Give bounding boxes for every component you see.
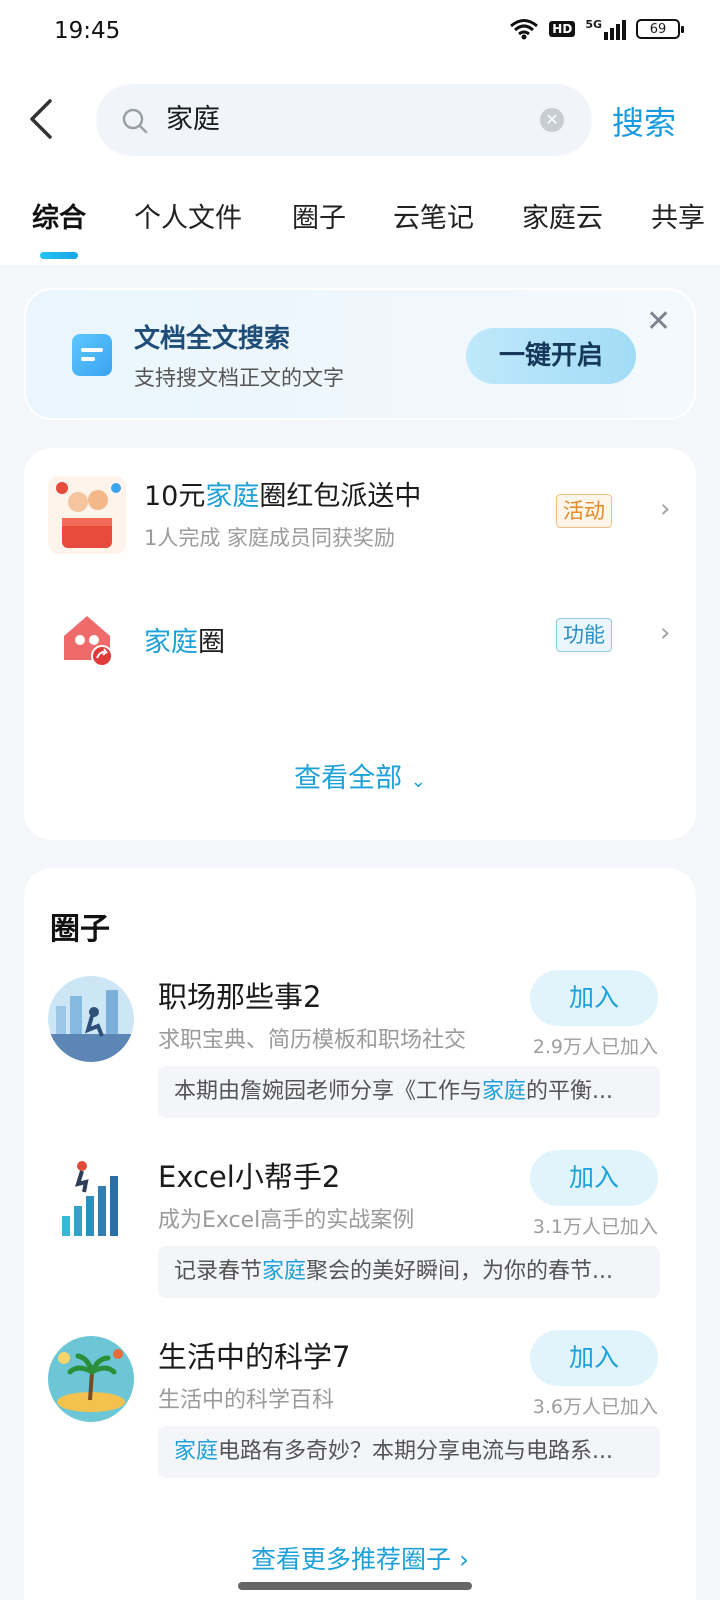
promo-subtitle: 支持搜文档正文的文字 bbox=[134, 366, 344, 390]
home-indicator[interactable] bbox=[238, 1582, 472, 1590]
section-title: 圈子 bbox=[50, 912, 110, 947]
status-icons: HD 5G 69 bbox=[509, 18, 684, 40]
more-circles-link[interactable]: 查看更多推荐圈子 › bbox=[24, 1540, 696, 1576]
circle-description: 生活中的科学百科 bbox=[158, 1388, 335, 1413]
clear-icon[interactable]: ✕ bbox=[540, 108, 564, 132]
red-packet-thumbnail bbox=[48, 476, 126, 554]
circle-description: 成为Excel高手的实战案例 bbox=[158, 1208, 415, 1233]
member-count: 3.6万人已加入 bbox=[532, 1396, 658, 1418]
circle-name: 职场那些事2 bbox=[158, 980, 322, 1014]
fulltext-search-promo: 文档全文搜索 支持搜文档正文的文字 一键开启 ✕ bbox=[24, 288, 696, 420]
close-icon[interactable]: ✕ bbox=[646, 304, 671, 339]
tab-cloud-notes[interactable]: 云笔记 bbox=[393, 196, 474, 235]
feature-subtitle: 1人完成 家庭成员同获奖励 bbox=[144, 526, 396, 550]
wifi-icon bbox=[510, 19, 539, 40]
chevron-right-icon: › bbox=[660, 494, 671, 524]
hd-badge: HD bbox=[549, 21, 576, 37]
member-count: 2.9万人已加入 bbox=[532, 1036, 658, 1058]
active-tab-indicator bbox=[40, 252, 78, 259]
circle-post-preview[interactable]: 家庭电路有多奇妙？本期分享电流与电路系... bbox=[158, 1426, 660, 1478]
tab-family-cloud[interactable]: 家庭云 bbox=[522, 196, 603, 235]
promo-title: 文档全文搜索 bbox=[134, 324, 291, 354]
status-time: 19:45 bbox=[54, 18, 121, 44]
see-all-link[interactable]: 查看全部 ⌄ bbox=[24, 756, 696, 795]
document-icon bbox=[72, 334, 112, 376]
search-query: 家庭 bbox=[166, 104, 220, 135]
search-input[interactable]: 家庭 ✕ bbox=[96, 84, 592, 156]
circle-description: 求职宝典、简历模板和职场社交 bbox=[158, 1028, 467, 1053]
tab-personal-files[interactable]: 个人文件 bbox=[134, 196, 242, 235]
category-tabs: 综合 个人文件 圈子 云笔记 家庭云 共享 bbox=[0, 196, 720, 259]
signal-icon: 5G bbox=[585, 18, 626, 40]
family-circle-icon bbox=[48, 600, 126, 678]
feature-title: 10元家庭圈红包派送中 bbox=[144, 481, 422, 512]
battery-icon: 69 bbox=[636, 19, 684, 39]
chevron-down-icon: ⌄ bbox=[410, 771, 426, 792]
tab-all[interactable]: 综合 bbox=[32, 196, 86, 235]
circle-name: 生活中的科学7 bbox=[158, 1340, 351, 1374]
feature-results-card: 10元家庭圈红包派送中 1人完成 家庭成员同获奖励 活动 › 家庭圈 功能 › … bbox=[24, 448, 696, 840]
battery-level: 69 bbox=[649, 21, 667, 37]
circle-avatar bbox=[48, 1156, 134, 1242]
feature-item-family-circle[interactable]: 家庭圈 功能 › bbox=[24, 596, 696, 696]
feature-item-red-packet[interactable]: 10元家庭圈红包派送中 1人完成 家庭成员同获奖励 活动 › bbox=[24, 472, 696, 572]
chevron-right-icon: › bbox=[660, 618, 671, 648]
join-button[interactable]: 加入 bbox=[530, 1150, 658, 1206]
back-button[interactable] bbox=[24, 97, 60, 141]
tab-shared[interactable]: 共享 bbox=[651, 196, 705, 235]
join-button[interactable]: 加入 bbox=[530, 970, 658, 1026]
join-button[interactable]: 加入 bbox=[530, 1330, 658, 1386]
circle-name: Excel小帮手2 bbox=[158, 1160, 341, 1194]
circle-post-preview[interactable]: 记录春节家庭聚会的美好瞬间，为你的春节... bbox=[158, 1246, 660, 1298]
chevron-left-icon bbox=[30, 99, 52, 139]
circle-item[interactable]: Excel小帮手2 成为Excel高手的实战案例 加入 3.1万人已加入 记录春… bbox=[24, 1150, 696, 1310]
circle-avatar bbox=[48, 976, 134, 1062]
member-count: 3.1万人已加入 bbox=[532, 1216, 658, 1238]
feature-title: 家庭圈 bbox=[144, 627, 225, 658]
network-type-label: 5G bbox=[585, 18, 602, 31]
circle-avatar bbox=[48, 1336, 134, 1422]
activity-tag: 活动 bbox=[556, 494, 612, 528]
circles-section: 圈子 职场那些事2 求职宝典、简历模板和职场社交 加入 2.9万人已加入 本期由… bbox=[24, 868, 696, 1600]
circle-post-preview[interactable]: 本期由詹婉园老师分享《工作与家庭的平衡... bbox=[158, 1066, 660, 1118]
function-tag: 功能 bbox=[556, 618, 612, 652]
circle-item[interactable]: 生活中的科学7 生活中的科学百科 加入 3.6万人已加入 家庭电路有多奇妙？本期… bbox=[24, 1330, 696, 1490]
search-button[interactable]: 搜索 bbox=[612, 98, 676, 144]
search-icon bbox=[122, 108, 148, 134]
tab-circles[interactable]: 圈子 bbox=[292, 196, 346, 235]
circle-item[interactable]: 职场那些事2 求职宝典、简历模板和职场社交 加入 2.9万人已加入 本期由詹婉园… bbox=[24, 970, 696, 1130]
enable-button[interactable]: 一键开启 bbox=[466, 328, 636, 384]
